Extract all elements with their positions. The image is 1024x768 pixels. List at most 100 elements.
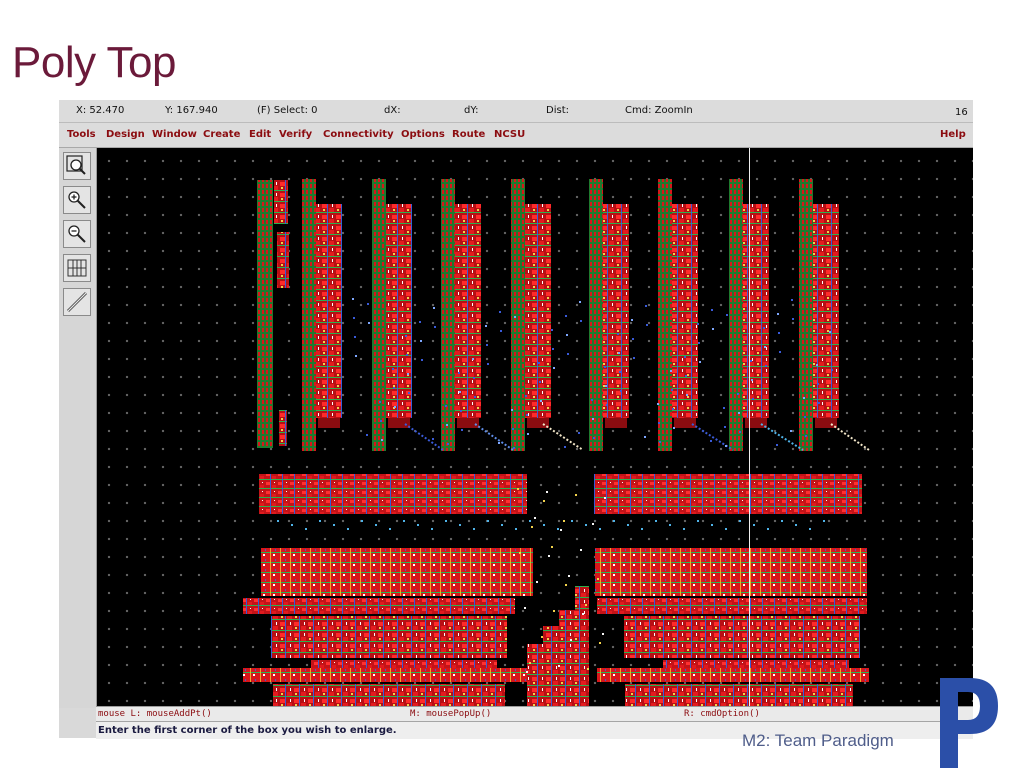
via-dot	[619, 371, 621, 373]
menu-tools[interactable]: Tools	[67, 129, 96, 140]
via-dot	[725, 445, 727, 447]
footer-team-name: M2: Team Paradigm	[742, 731, 894, 750]
via-dot	[529, 662, 531, 664]
via-dot	[803, 397, 805, 399]
via-dot	[517, 488, 519, 490]
via-dot	[646, 324, 648, 326]
via-dot	[602, 633, 604, 635]
via-dot	[553, 610, 555, 612]
via-dot	[587, 668, 589, 670]
via-dot	[277, 520, 279, 522]
via-dot	[697, 323, 699, 325]
via-dot	[539, 381, 541, 383]
via-dot	[361, 520, 363, 522]
via-dot	[750, 360, 752, 362]
via-dot	[645, 305, 647, 307]
via-dot	[553, 367, 555, 369]
menu-create[interactable]: Create	[203, 129, 240, 140]
via-dot	[563, 520, 565, 522]
via-dot	[627, 524, 629, 526]
via-dot	[699, 361, 701, 363]
select-count: (F) Select: 0	[257, 105, 318, 116]
via-dot	[817, 383, 819, 385]
cell-column	[743, 204, 769, 418]
logic-row	[243, 668, 535, 682]
mouse-middle-binding: M: mousePopUp()	[410, 709, 492, 719]
via-dot	[670, 370, 672, 372]
routing-trace	[474, 423, 514, 451]
via-dot	[531, 526, 533, 528]
cell-column-base	[527, 418, 549, 428]
menu-window[interactable]: Window	[152, 129, 197, 140]
via-dot	[445, 520, 447, 522]
via-dot	[459, 524, 461, 526]
via-dot	[697, 520, 699, 522]
via-dot	[779, 351, 781, 353]
via-dot	[405, 335, 407, 337]
menu-design[interactable]: Design	[106, 129, 145, 140]
via-dot	[809, 528, 811, 530]
via-dot	[524, 607, 526, 609]
menu-edit[interactable]: Edit	[249, 129, 271, 140]
via-dot	[379, 401, 381, 403]
via-dot	[380, 420, 382, 422]
register-bank	[259, 474, 527, 514]
menu-verify[interactable]: Verify	[279, 129, 312, 140]
via-dot	[592, 523, 594, 525]
zoom-in-button[interactable]	[63, 186, 91, 214]
menu-connectivity[interactable]: Connectivity	[323, 129, 394, 140]
via-dot	[447, 443, 449, 445]
via-dot	[525, 395, 527, 397]
via-dot	[816, 364, 818, 366]
cell-column	[316, 204, 342, 418]
cell-column-base	[457, 418, 479, 428]
via-dot	[829, 331, 831, 333]
register-bank	[594, 474, 862, 514]
column-rail	[729, 179, 743, 451]
via-dot	[389, 528, 391, 530]
via-dot	[593, 437, 595, 439]
slide-title: Poly Top	[12, 38, 176, 87]
via-dot	[433, 307, 435, 309]
menu-route[interactable]: Route	[452, 129, 485, 140]
via-dot	[613, 520, 615, 522]
via-dot	[352, 298, 354, 300]
via-dot	[393, 387, 395, 389]
via-dot	[726, 314, 728, 316]
command-number: 16	[955, 107, 968, 118]
via-dot	[543, 524, 545, 526]
via-dot	[421, 359, 423, 361]
ruler-button[interactable]	[63, 288, 91, 316]
zoom-out-button[interactable]	[63, 220, 91, 248]
menu-options[interactable]: Options	[401, 129, 445, 140]
via-dot	[473, 377, 475, 379]
via-dot	[291, 524, 293, 526]
cell-column	[525, 204, 551, 418]
via-dot	[781, 520, 783, 522]
via-dot	[753, 524, 755, 526]
via-dot	[461, 429, 463, 431]
via-dot	[778, 332, 780, 334]
via-dot	[319, 520, 321, 522]
column-rail	[441, 179, 455, 451]
via-dot	[658, 422, 660, 424]
via-dot	[591, 399, 593, 401]
menu-help[interactable]: Help	[940, 129, 966, 140]
via-dot	[791, 299, 793, 301]
via-dot	[551, 329, 553, 331]
menu-ncsu[interactable]: NCSU	[494, 129, 525, 140]
via-dot	[777, 313, 779, 315]
layout-canvas[interactable]	[97, 148, 973, 706]
cell-column-base	[388, 418, 410, 428]
column-rail	[799, 179, 813, 451]
via-dot	[818, 402, 820, 404]
via-dot	[381, 439, 383, 441]
zoom-fit-button[interactable]	[63, 152, 91, 180]
via-dot	[684, 356, 686, 358]
via-dot	[599, 528, 601, 530]
stretch-button[interactable]	[63, 254, 91, 282]
icon-toolbar	[59, 148, 97, 708]
menu-bar: Tools Design Window Create Edit Verify C…	[59, 123, 973, 148]
cell-column-base	[674, 418, 696, 428]
via-dot	[795, 524, 797, 526]
